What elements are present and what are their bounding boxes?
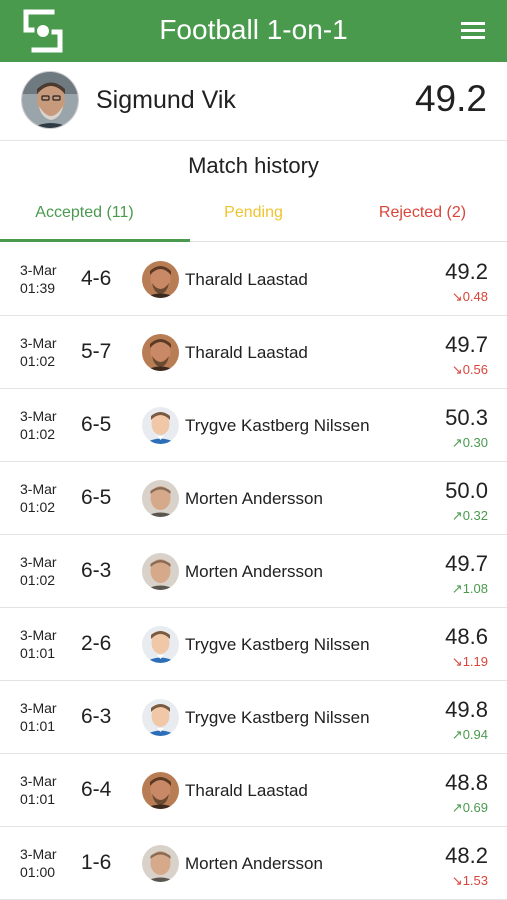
- tab-accepted[interactable]: Accepted (11): [0, 192, 169, 242]
- rating-delta: ↗0.69: [451, 800, 488, 815]
- tab-pending[interactable]: Pending: [169, 192, 338, 242]
- match-time: 01:39: [20, 280, 56, 296]
- match-score: 6-3: [81, 705, 112, 728]
- avatar: [142, 699, 179, 736]
- match-date: 3-Mar: [20, 627, 57, 643]
- avatar: [142, 845, 179, 882]
- rating-value: 48.8: [445, 770, 488, 795]
- match-row[interactable]: 3-Mar 01:02 6-5 Morten Andersson 50.0 ↗0.32: [0, 462, 507, 535]
- rating-delta: ↗1.08: [451, 581, 488, 596]
- match-datetime: 3-Mar 01:01: [20, 699, 57, 735]
- match-date: 3-Mar: [20, 554, 57, 570]
- match-date: 3-Mar: [20, 700, 57, 716]
- tab-indicator: [0, 239, 190, 242]
- rating-value: 49.8: [445, 697, 488, 722]
- opponent-name: Morten Andersson: [185, 854, 323, 873]
- match-datetime: 3-Mar 01:00: [20, 845, 57, 881]
- match-date: 3-Mar: [20, 262, 57, 278]
- match-date: 3-Mar: [20, 335, 57, 351]
- avatar: [142, 553, 179, 590]
- rating-value: 49.2: [445, 259, 488, 284]
- match-score: 6-4: [81, 778, 112, 801]
- match-time: 01:02: [20, 572, 56, 588]
- match-datetime: 3-Mar 01:02: [20, 407, 57, 443]
- rating-delta: ↘1.53: [451, 873, 488, 888]
- match-row[interactable]: 3-Mar 01:02 5-7 Tharald Laastad 49.7 ↘0.56: [0, 316, 507, 389]
- rating-value: 50.0: [445, 478, 488, 503]
- rating-delta: ↗0.32: [451, 508, 488, 523]
- match-date: 3-Mar: [20, 481, 57, 497]
- rating-delta: ↘0.48: [451, 289, 488, 304]
- match-score: 5-7: [81, 340, 112, 363]
- match-datetime: 3-Mar 01:02: [20, 334, 57, 370]
- rating-value: 50.3: [445, 405, 488, 430]
- match-score: 6-5: [81, 413, 112, 436]
- match-status-tabs: Accepted (11) Pending Rejected (2): [0, 192, 507, 242]
- rating-value: 48.6: [445, 624, 488, 649]
- match-time: 01:01: [20, 718, 56, 734]
- app-bar: Football 1-on-1: [0, 0, 507, 62]
- match-score: 4-6: [81, 267, 112, 290]
- match-time: 01:02: [20, 353, 56, 369]
- avatar[interactable]: [21, 71, 79, 129]
- opponent-name: Trygve Kastberg Nilssen: [185, 635, 370, 654]
- page-title: Match history: [188, 153, 319, 178]
- match-time: 01:00: [20, 864, 56, 880]
- rating-delta: ↘0.56: [451, 362, 488, 377]
- avatar: [142, 261, 179, 298]
- match-time: 01:01: [20, 645, 56, 661]
- opponent-name: Trygve Kastberg Nilssen: [185, 416, 370, 435]
- app-title: Football 1-on-1: [159, 14, 348, 45]
- match-row[interactable]: 3-Mar 01:39 4-6 Tharald Laastad 49.2 ↘0.48: [0, 243, 507, 316]
- match-score: 6-3: [81, 559, 112, 582]
- match-time: 01:02: [20, 499, 56, 515]
- match-row[interactable]: 3-Mar 01:01 6-3 Trygve Kastberg Nilssen 49.8…: [0, 681, 507, 754]
- profile-header: Sigmund Vik 49.2: [0, 62, 507, 141]
- avatar: [142, 407, 179, 444]
- match-datetime: 3-Mar 01:01: [20, 772, 57, 808]
- match-score: 2-6: [81, 632, 112, 655]
- tab-rejected[interactable]: Rejected (2): [338, 192, 507, 242]
- profile-rating: 49.2: [414, 78, 487, 119]
- opponent-name: Tharald Laastad: [185, 781, 308, 800]
- avatar: [142, 480, 179, 517]
- match-row[interactable]: 3-Mar 01:00 1-6 Morten Andersson 48.2 ↘1.53: [0, 827, 507, 900]
- avatar: [142, 626, 179, 663]
- opponent-name: Morten Andersson: [185, 489, 323, 508]
- match-row[interactable]: 3-Mar 01:01 6-4 Tharald Laastad 48.8 ↗0.69: [0, 754, 507, 827]
- opponent-name: Tharald Laastad: [185, 343, 308, 362]
- match-row[interactable]: 3-Mar 01:01 2-6 Trygve Kastberg Nilssen 48.6…: [0, 608, 507, 681]
- match-time: 01:01: [20, 791, 56, 807]
- match-datetime: 3-Mar 01:01: [20, 626, 57, 662]
- match-score: 6-5: [81, 486, 112, 509]
- match-row[interactable]: 3-Mar 01:02 6-3 Morten Andersson 49.7 ↗1.08: [0, 535, 507, 608]
- match-date: 3-Mar: [20, 846, 57, 862]
- match-score: 1-6: [81, 851, 112, 874]
- rating-delta: ↗0.94: [451, 727, 488, 742]
- rating-value: 49.7: [445, 551, 488, 576]
- hamburger-menu-icon[interactable]: [461, 21, 487, 41]
- opponent-name: Morten Andersson: [185, 562, 323, 581]
- match-datetime: 3-Mar 01:02: [20, 480, 57, 516]
- avatar: [142, 334, 179, 371]
- opponent-name: Tharald Laastad: [185, 270, 308, 289]
- rating-value: 49.7: [445, 332, 488, 357]
- match-date: 3-Mar: [20, 773, 57, 789]
- match-datetime: 3-Mar 01:39: [20, 261, 57, 297]
- match-row[interactable]: 3-Mar 01:02 6-5 Trygve Kastberg Nilssen 50.3…: [0, 389, 507, 462]
- match-list: 3-Mar 01:39 4-6 Tharald Laastad 49.2 ↘0.48 3-M…: [0, 243, 507, 900]
- rating-value: 48.2: [445, 843, 488, 868]
- avatar: [142, 772, 179, 809]
- rating-delta: ↘1.19: [451, 654, 488, 669]
- opponent-name: Trygve Kastberg Nilssen: [185, 708, 370, 727]
- rating-delta: ↗0.30: [451, 435, 488, 450]
- match-date: 3-Mar: [20, 408, 57, 424]
- match-time: 01:02: [20, 426, 56, 442]
- profile-name: Sigmund Vik: [96, 86, 236, 114]
- match-datetime: 3-Mar 01:02: [20, 553, 57, 589]
